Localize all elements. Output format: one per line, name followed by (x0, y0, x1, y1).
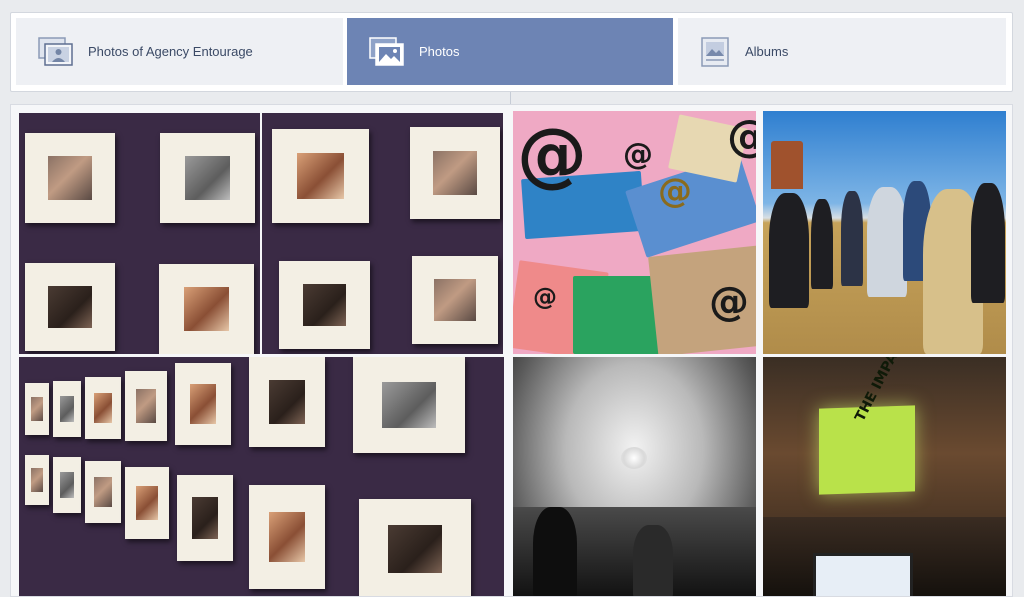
tab-label: Photos of Agency Entourage (88, 44, 253, 59)
at-symbol-icon: @ (517, 113, 587, 195)
tab-label: Albums (745, 44, 789, 59)
person (633, 525, 673, 596)
photo-frame (25, 383, 49, 435)
albums-icon (701, 36, 729, 67)
photo-frame (159, 264, 254, 354)
photo-email-envelopes[interactable]: @ @ @ @ @ @ (513, 111, 756, 354)
at-symbol-icon: @ (727, 111, 756, 162)
photo-press-conference[interactable] (763, 111, 1006, 354)
photo-conference-room[interactable]: THE IMPACT EQUATION (763, 357, 1006, 596)
photo-frame (359, 499, 471, 596)
photo-frames-wall-right[interactable] (262, 113, 503, 354)
photo-frame (272, 129, 369, 223)
tab-photos-of-agency-entourage[interactable]: Photos of Agency Entourage (16, 18, 343, 85)
photos-tab-bar: Photos of Agency Entourage Photos Albums (10, 12, 1013, 92)
photo-frame (279, 261, 370, 349)
photo-frame (177, 475, 233, 561)
photo-frame (410, 127, 500, 219)
person (533, 507, 577, 596)
photo-frames-wall-left[interactable] (19, 113, 260, 354)
photo-frame (85, 461, 121, 523)
photo-frame (160, 133, 255, 223)
photo-frame (353, 357, 465, 453)
photo-frame (249, 357, 325, 447)
photo-frame (412, 256, 498, 344)
person (841, 191, 863, 286)
photo-frame (25, 133, 115, 223)
photo-frame (249, 485, 325, 589)
grain-silo (771, 141, 803, 189)
photo-frame (85, 377, 121, 439)
at-symbol-icon: @ (658, 171, 692, 211)
photos-icon (369, 36, 405, 67)
photo-frame (53, 457, 81, 513)
photo-frame (125, 371, 167, 441)
person (867, 187, 907, 297)
tab-albums[interactable]: Albums (678, 18, 1006, 85)
chandelier (621, 447, 647, 469)
at-symbol-icon: @ (623, 137, 653, 172)
tab-label: Photos (419, 44, 460, 59)
photo-frame (125, 467, 169, 539)
person (811, 199, 833, 289)
photo-frame (25, 455, 49, 505)
at-symbol-icon: @ (709, 279, 749, 325)
tagged-photos-icon (38, 36, 74, 67)
person (769, 193, 809, 308)
photo-frame (25, 263, 115, 351)
person (971, 183, 1005, 303)
photo-frame (175, 363, 231, 445)
projector-screen: THE IMPACT EQUATION (819, 357, 951, 495)
photo-frame (53, 381, 81, 437)
photo-grid: @ @ @ @ @ @ (10, 104, 1013, 597)
laptop-screen (813, 553, 913, 596)
screen-title: THE IMPACT EQUATION (852, 357, 951, 424)
at-symbol-icon: @ (533, 283, 557, 311)
tab-photos[interactable]: Photos (347, 18, 673, 85)
photo-tent-event[interactable] (513, 357, 756, 596)
photo-frames-wall-angled[interactable] (19, 357, 504, 596)
